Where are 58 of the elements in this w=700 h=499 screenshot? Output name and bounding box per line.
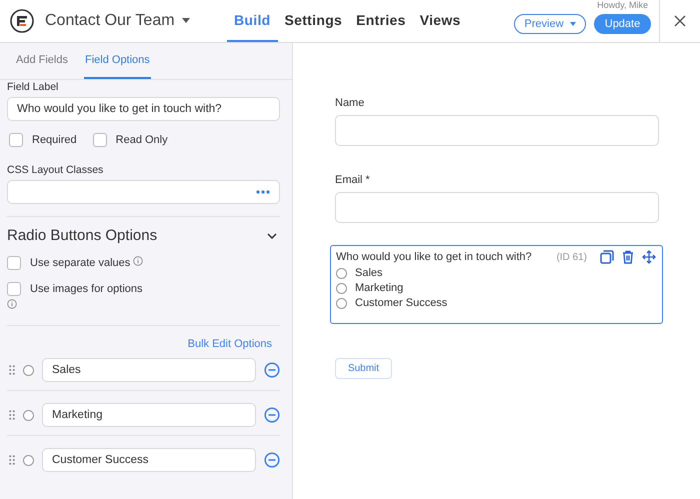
sidebar-tab[interactable]: Add Fields [15,43,69,79]
option-input[interactable]: Customer Success [42,448,256,472]
checkbox[interactable] [92,133,107,147]
logo-icon[interactable] [10,9,34,33]
radio-field-card[interactable]: Who would you like to get in touch with? (ID 61) Sales Marketing Customer Success [330,245,663,324]
drag-handle-icon[interactable] [9,455,15,465]
option-input[interactable]: Sales [42,358,256,382]
drag-handle-icon[interactable] [9,365,15,375]
remove-icon[interactable] [264,362,280,378]
caret-icon [182,18,190,24]
text-input[interactable] [335,192,659,223]
field-label-input[interactable]: Who would you like to get in touch with? [7,97,280,121]
preview-button[interactable]: Preview [514,14,586,34]
close-icon[interactable] [674,15,686,27]
caret-icon [570,22,576,26]
checkbox-label: Required [32,134,77,146]
checkbox-label: Use separate values [30,257,130,269]
radio-label: Sales [355,267,383,279]
nav-tab[interactable]: Settings [278,0,350,42]
option-input[interactable]: Marketing [42,403,256,427]
greeting-text: Howdy, Mike [595,0,650,10]
duplicate-icon[interactable] [600,250,614,264]
field-label: Name [335,97,366,109]
checkbox[interactable] [7,256,21,270]
css-classes-label: CSS Layout Classes [7,164,104,176]
field-label: Email * [335,174,371,186]
info-icon[interactable] [133,256,144,266]
radio-label: Customer Success [355,297,448,309]
radio-button[interactable] [23,454,34,466]
radio-button[interactable] [23,364,34,376]
radio-button[interactable] [23,410,34,420]
nav-tab[interactable]: Views [412,0,468,42]
checkbox[interactable] [7,282,21,296]
remove-icon[interactable] [264,407,280,423]
field-id: (ID 61) [556,252,587,262]
form-title-dropdown[interactable]: Contact Our Team [45,12,205,30]
nav-tab[interactable]: Entries [349,0,413,42]
radio-button[interactable] [336,268,347,278]
trash-icon[interactable] [622,250,634,264]
chevron-icon[interactable] [267,232,277,238]
move-icon[interactable] [642,250,656,264]
remove-icon[interactable] [264,452,280,468]
checkbox[interactable] [9,133,23,147]
drag-handle-icon[interactable] [9,410,15,420]
checkbox-label: Read Only [116,134,168,146]
checkbox-label: Use images for options [30,283,142,295]
radio-label: Marketing [355,282,404,294]
text-input[interactable] [335,115,659,146]
css-classes-input[interactable] [7,180,280,204]
info-icon[interactable] [7,299,17,309]
section-title: Radio Buttons Options [7,227,158,244]
sidebar-tab[interactable]: Field Options [84,43,151,79]
question-text: Who would you like to get in touch with? [336,251,533,263]
submit-button[interactable]: Submit [335,358,392,379]
radio-button[interactable] [336,298,347,308]
field-label-label: Field Label [7,81,60,93]
radio-button[interactable] [336,282,347,294]
more-icon[interactable] [256,190,270,194]
